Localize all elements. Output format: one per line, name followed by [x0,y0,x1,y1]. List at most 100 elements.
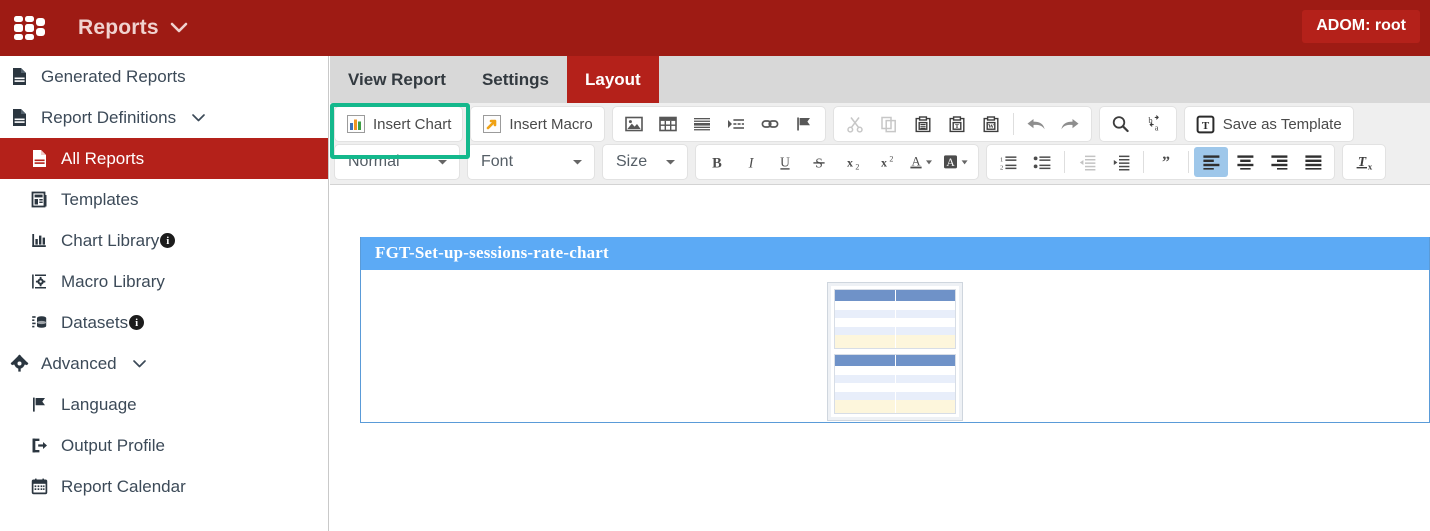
svg-text:T: T [1357,154,1366,169]
macro-gear-icon [26,272,52,291]
svg-text:B: B [712,155,722,170]
sidebar-item-datasets[interactable]: Datasets i [0,302,328,343]
info-icon[interactable]: i [160,233,176,248]
sidebar-item-macro-library[interactable]: Macro Library [0,261,328,302]
sidebar-item-chart-library[interactable]: Chart Library i [0,220,328,261]
replace-icon[interactable]: b a [1138,109,1172,139]
svg-text:2: 2 [1000,164,1003,170]
output-profile-icon [26,436,52,455]
sidebar-item-all-reports[interactable]: All Reports [0,138,328,179]
report-document-icon [6,108,32,127]
background-color-icon[interactable]: A [938,147,974,177]
svg-text:A: A [946,156,955,169]
image-icon[interactable] [617,109,651,139]
sidebar-item-generated-reports[interactable]: Generated Reports [0,56,328,97]
horizontal-rule-icon[interactable] [685,109,719,139]
find-replace-group: b a [1098,106,1177,142]
tab-bar: View Report Settings Layout [330,56,1430,103]
toolbar-separator [1064,151,1065,173]
bar-chart-icon [26,231,52,250]
chevron-down-icon[interactable] [190,112,207,124]
strikethrough-icon[interactable]: S [802,147,836,177]
svg-text:T: T [955,123,960,130]
insert-macro-button[interactable]: Insert Macro [475,109,599,139]
paste-from-word-icon[interactable]: W [974,109,1008,139]
chevron-down-icon[interactable] [131,358,148,370]
sidebar-item-label: Templates [61,189,139,209]
app-menu-reports[interactable]: Reports [78,16,189,40]
main-pane: View Report Settings Layout Insert Chart… [330,56,1430,531]
info-icon[interactable]: i [129,315,145,330]
tab-view-report[interactable]: View Report [330,56,464,103]
justify-icon[interactable] [1296,147,1330,177]
report-section-block[interactable]: FGT-Set-up-sessions-rate-chart [360,237,1430,423]
italic-icon[interactable]: I [734,147,768,177]
bulleted-list-icon[interactable] [1025,147,1059,177]
bold-icon[interactable]: B [700,147,734,177]
clipboard-group: T W [832,106,1092,142]
insert-chart-button[interactable]: Insert Chart [339,109,458,139]
align-right-icon[interactable] [1262,147,1296,177]
tab-settings[interactable]: Settings [464,56,567,103]
paste-icon[interactable] [906,109,940,139]
insert-chart-group: Insert Chart [334,106,464,142]
decrease-indent-icon[interactable] [1070,147,1104,177]
copy-icon[interactable] [872,109,906,139]
placeholder-row [835,366,955,375]
increase-indent-icon[interactable] [1104,147,1138,177]
tab-layout[interactable]: Layout [567,56,659,103]
sidebar-item-report-calendar[interactable]: Report Calendar [0,466,328,507]
text-color-icon[interactable]: A [904,147,938,177]
page-break-icon[interactable] [719,109,753,139]
redo-icon[interactable] [1053,109,1087,139]
underline-icon[interactable]: U [768,147,802,177]
svg-text:x: x [847,155,853,169]
anchor-flag-icon[interactable] [787,109,821,139]
sidebar-item-language[interactable]: Language [0,384,328,425]
sidebar-item-label: Generated Reports [41,66,186,86]
sidebar-item-output-profile[interactable]: Output Profile [0,425,328,466]
table-icon[interactable] [651,109,685,139]
numbered-list-icon[interactable]: 1 2 [991,147,1025,177]
svg-text:x: x [881,155,887,169]
find-icon[interactable] [1104,109,1138,139]
cut-icon[interactable] [838,109,872,139]
adom-badge[interactable]: ADOM: root [1302,10,1420,43]
subscript-icon[interactable]: x2 [836,147,870,177]
undo-icon[interactable] [1019,109,1053,139]
sidebar-item-label: Report Calendar [61,476,186,496]
flag-icon [26,395,52,414]
bar-chart-color-icon [346,114,366,134]
font-size-value: Size [616,153,648,170]
fortinet-grid-logo-icon[interactable] [12,13,48,43]
sidebar-item-templates[interactable]: Templates [0,179,328,220]
report-layout-canvas[interactable]: FGT-Set-up-sessions-rate-chart [330,185,1430,470]
align-left-icon[interactable] [1194,147,1228,177]
paste-as-plain-text-icon[interactable]: T [940,109,974,139]
templates-t-icon: T [1196,114,1216,134]
sidebar-item-report-definitions[interactable]: Report Definitions [0,97,328,138]
insert-macro-group: Insert Macro [470,106,605,142]
placeholder-row [835,318,955,327]
broken-image-placeholder-icon[interactable] [827,282,963,421]
font-family-select[interactable]: Font [467,144,595,180]
toolbar-separator [1143,151,1144,173]
superscript-icon[interactable]: x2 [870,147,904,177]
align-center-icon[interactable] [1228,147,1262,177]
svg-text:W: W [988,124,994,130]
sidebar-item-advanced[interactable]: Advanced [0,343,328,384]
font-size-select[interactable]: Size [602,144,688,180]
placeholder-row [835,301,955,310]
paragraph-format-select[interactable]: Normal [334,144,460,180]
chart-section-body[interactable] [361,270,1429,422]
remove-format-icon[interactable]: T x [1347,147,1381,177]
svg-text:A: A [911,154,920,168]
blockquote-icon[interactable]: ” [1149,147,1183,177]
sidebar-item-label: All Reports [61,148,145,168]
save-as-template-label: Save as Template [1222,115,1342,133]
link-icon[interactable] [753,109,787,139]
placeholder-header-row [835,290,955,301]
chevron-down-icon [655,158,687,166]
report-document-icon [6,67,32,86]
save-as-template-button[interactable]: T Save as Template [1189,109,1349,139]
